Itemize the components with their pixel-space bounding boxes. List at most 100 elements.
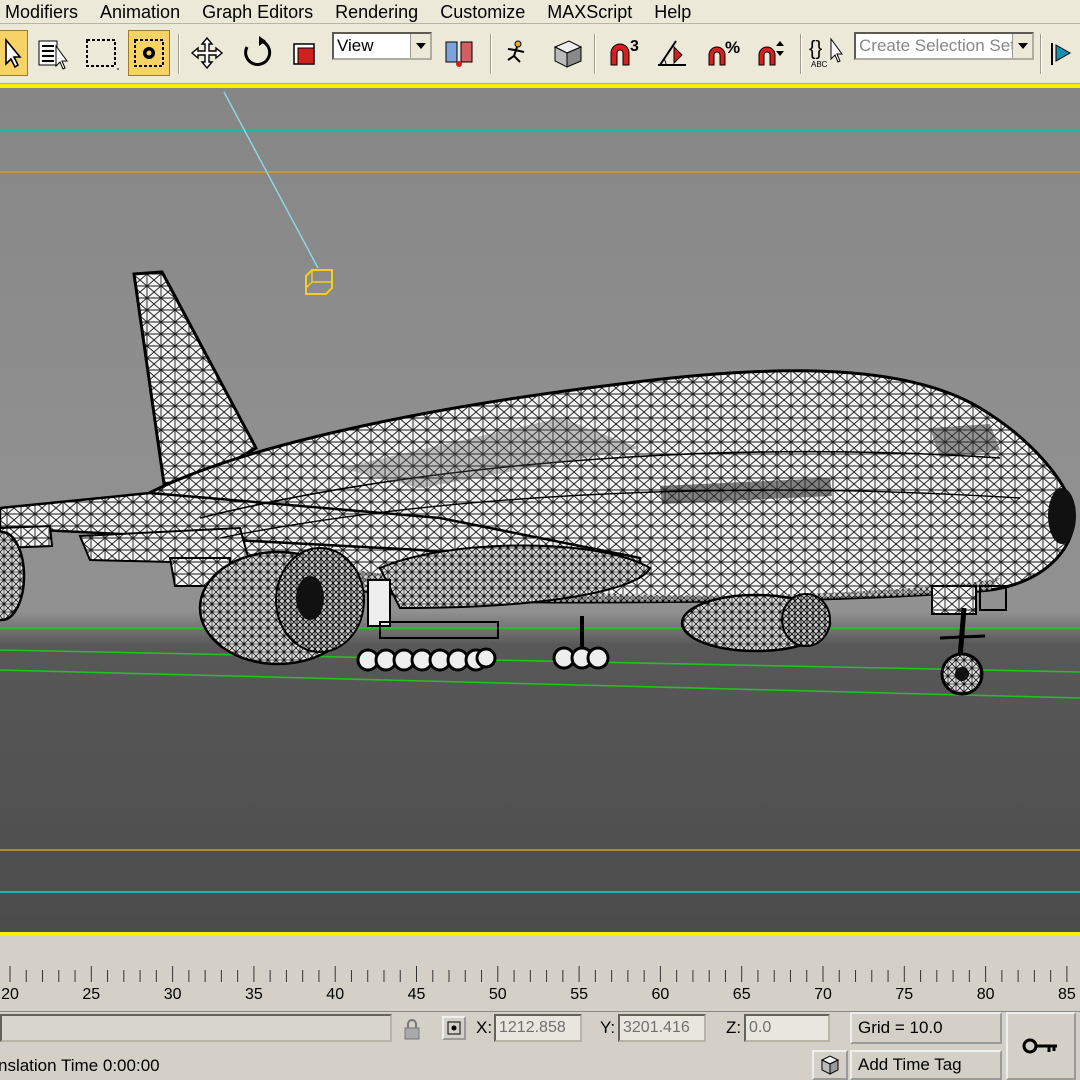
select-by-name-button[interactable] <box>32 30 74 76</box>
add-time-tag-button[interactable]: Add Time Tag <box>850 1050 1002 1080</box>
timeline-tick-label: 60 <box>651 986 670 1003</box>
menu-rendering[interactable]: Rendering <box>324 1 429 23</box>
timeline-tick-label: 30 <box>163 986 182 1003</box>
scale-button[interactable] <box>284 30 326 76</box>
rotate-button[interactable] <box>236 30 278 76</box>
camera-target-line <box>223 91 319 269</box>
reference-coordinate-dropdown[interactable]: View <box>332 32 432 60</box>
spinner-snap-button[interactable] <box>752 30 794 76</box>
select-by-name-icon <box>38 40 68 70</box>
snaps-toggle-button[interactable]: 3 <box>602 30 644 76</box>
set-key-button[interactable] <box>1006 1012 1076 1080</box>
x-coordinate-field[interactable]: 1212.858 <box>494 1014 582 1042</box>
toolbar-separator <box>178 34 180 74</box>
timeline-tick-label: 65 <box>732 986 751 1003</box>
absolute-mode-transform-icon[interactable] <box>442 1016 466 1040</box>
timeline-tick-label: 55 <box>570 986 588 1003</box>
status-bar: X: 1212.858 Y: 3201.416 Z: 0.0 Grid = 10… <box>0 1012 1080 1080</box>
toolbar-separator <box>1040 34 1042 74</box>
keyboard-shortcut-override-button[interactable] <box>546 30 588 76</box>
scale-icon <box>293 43 315 65</box>
body-landing-gear <box>552 616 610 670</box>
toolbar-separator <box>490 34 492 74</box>
mirror-icon <box>1051 43 1072 65</box>
reference-coordinate-value: View <box>337 36 374 55</box>
menu-help[interactable]: Help <box>643 1 702 23</box>
main-toolbar: View 3 % {} ABC Create Selection Set <box>0 24 1080 84</box>
move-icon <box>190 36 224 70</box>
rotate-icon <box>244 36 272 67</box>
nose-landing-gear <box>931 585 1007 696</box>
toolbar-separator <box>800 34 802 74</box>
angle-snap-button[interactable] <box>652 30 694 76</box>
named-selection-button[interactable]: {} ABC <box>806 30 848 76</box>
ground-line <box>0 649 1080 673</box>
menu-maxscript[interactable]: MAXScript <box>536 1 643 23</box>
spinner-snap-icon <box>758 41 784 66</box>
shortcut-override-icon <box>553 40 583 68</box>
toolbar-separator <box>594 34 596 74</box>
grid-size-display: Grid = 10.0 <box>850 1012 1002 1044</box>
timeline-tick-label: 80 <box>976 986 995 1003</box>
percent-snap-icon: % <box>708 38 740 66</box>
selection-set-placeholder: Create Selection Set <box>859 36 1015 55</box>
named-selection-icon: {}ABC <box>809 37 843 69</box>
z-coordinate-field[interactable]: 0.0 <box>744 1014 830 1042</box>
timeline-tick-label: 85 <box>1057 986 1076 1003</box>
percent-snap-button[interactable]: % <box>702 30 744 76</box>
key-icon <box>1022 1038 1057 1054</box>
percent-symbol: % <box>725 38 740 57</box>
menu-graph-editors[interactable]: Graph Editors <box>191 1 324 23</box>
select-and-manipulate-button[interactable] <box>496 30 538 76</box>
timeline-tick-label: 35 <box>244 986 263 1003</box>
lock-icon[interactable] <box>402 1018 422 1045</box>
menu-animation[interactable]: Animation <box>89 1 191 23</box>
create-selection-set-dropdown[interactable]: Create Selection Set <box>854 32 1034 60</box>
snaps-toggle-icon: 3 <box>610 38 639 66</box>
timeline-tick-label: 50 <box>488 986 507 1003</box>
time-tag-icon[interactable] <box>812 1050 848 1080</box>
z-label: Z: <box>726 1018 742 1037</box>
timeline-tick-label: 75 <box>895 986 914 1003</box>
move-button[interactable] <box>186 30 228 76</box>
svg-text:{}: {} <box>809 38 823 60</box>
ground-line <box>0 669 1080 699</box>
rectangular-selection-button[interactable] <box>80 30 122 76</box>
window-crossing-icon <box>134 39 164 67</box>
tail-fin <box>132 270 259 486</box>
timeline-tick-label: 20 <box>1 986 19 1003</box>
select-arrow-icon <box>5 37 22 69</box>
mirror-button[interactable] <box>1046 30 1080 76</box>
engine-far <box>680 593 832 653</box>
chevron-down-icon <box>410 34 430 58</box>
airplane-wireframe <box>0 270 1076 696</box>
y-label: Y: <box>600 1018 616 1037</box>
listener-input[interactable] <box>0 1014 392 1042</box>
time-slider-area: 20 25 30 35 40 45 50 55 60 65 70 75 80 85 <box>0 936 1080 1012</box>
timeline-tick-label: 70 <box>814 986 832 1003</box>
menu-modifiers[interactable]: Modifiers <box>0 1 89 23</box>
x-label: X: <box>476 1018 493 1037</box>
chevron-down-icon <box>1012 34 1032 58</box>
abc-label: ABC <box>811 60 828 69</box>
y-coordinate-field[interactable]: 3201.416 <box>618 1014 706 1042</box>
timeline-tick-label: 25 <box>82 986 101 1003</box>
menu-bar: Modifiers Animation Graph Editors Render… <box>0 0 1080 24</box>
time-ruler[interactable] <box>0 966 1080 982</box>
timeline-tick-label: 40 <box>326 986 345 1003</box>
manipulate-icon <box>507 40 525 63</box>
use-pivot-center-button[interactable] <box>438 30 480 76</box>
angle-snap-icon <box>658 40 686 66</box>
select-object-button[interactable] <box>0 30 28 76</box>
pivot-center-icon <box>445 41 473 67</box>
prompt-line: nslation Time 0:00:00 <box>0 1056 160 1075</box>
viewport-scene <box>0 91 1080 893</box>
window-crossing-button[interactable] <box>128 30 170 76</box>
snap-angle-number: 3 <box>630 38 639 55</box>
menu-customize[interactable]: Customize <box>429 1 536 23</box>
camera-icon <box>305 269 333 295</box>
nose-cone <box>1048 488 1076 544</box>
perspective-viewport[interactable] <box>0 84 1080 936</box>
rectangular-selection-icon <box>86 39 119 70</box>
timeline-tick-label: 45 <box>407 986 426 1003</box>
